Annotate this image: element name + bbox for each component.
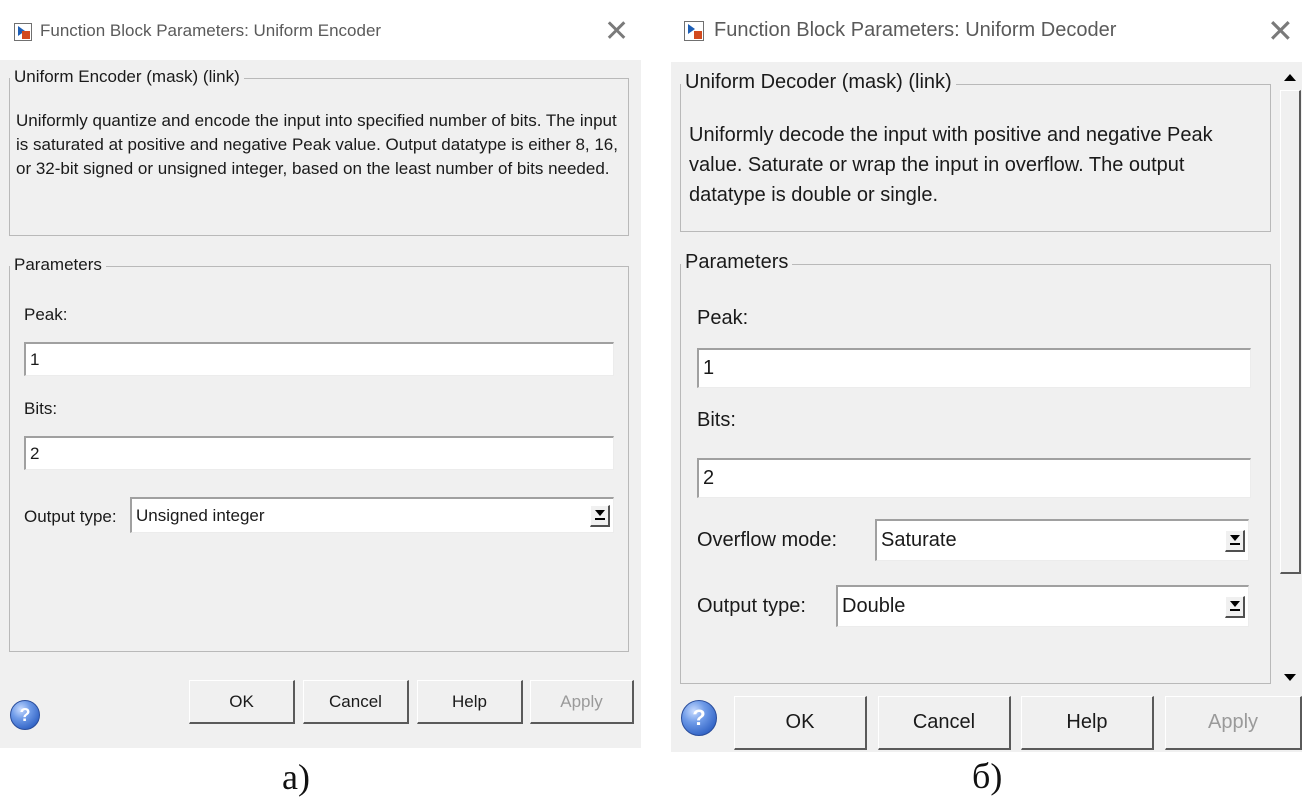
ok-button[interactable]: OK	[189, 680, 295, 724]
output-type-select[interactable]: Double	[836, 585, 1249, 627]
bits-input[interactable]: 2	[697, 458, 1251, 498]
bits-label: Bits:	[24, 399, 58, 418]
help-icon[interactable]: ?	[681, 700, 717, 736]
scrollbar-thumb[interactable]	[1280, 90, 1301, 574]
dropdown-arrow-icon[interactable]	[1225, 529, 1245, 552]
bits-label: Bits:	[697, 409, 736, 431]
overflow-mode-select[interactable]: Saturate	[875, 519, 1249, 561]
uniform-decoder-dialog: Function Block Parameters: Uniform Decod…	[671, 0, 1302, 752]
output-type-value: Double	[842, 595, 906, 617]
close-icon[interactable]: ✕	[604, 14, 629, 49]
ok-button[interactable]: OK	[734, 696, 867, 750]
window-title: Function Block Parameters: Uniform Decod…	[714, 19, 1117, 41]
group-title: Parameters	[681, 251, 793, 274]
dropdown-arrow-icon[interactable]	[1225, 595, 1245, 618]
title-bar: Function Block Parameters: Uniform Decod…	[671, 0, 1302, 62]
simulink-block-icon	[684, 21, 704, 41]
help-button[interactable]: Help	[417, 680, 523, 724]
caption-a: a)	[282, 757, 310, 797]
vertical-scrollbar[interactable]	[1278, 66, 1302, 688]
group-title: Uniform Decoder (mask) (link)	[681, 71, 956, 94]
caption-b: б)	[972, 756, 1003, 796]
block-description: Uniformly decode the input with positive…	[689, 124, 1213, 206]
title-bar: Function Block Parameters: Uniform Encod…	[0, 0, 641, 60]
peak-input[interactable]: 1	[24, 342, 614, 376]
scroll-up-icon[interactable]	[1278, 66, 1302, 88]
output-type-label: Output type:	[697, 595, 806, 617]
apply-button[interactable]: Apply	[530, 680, 634, 724]
apply-button[interactable]: Apply	[1165, 696, 1302, 750]
peak-label: Peak:	[24, 305, 68, 324]
close-icon[interactable]: ✕	[1267, 12, 1294, 50]
bits-input[interactable]: 2	[24, 436, 614, 470]
block-description: Uniformly quantize and encode the input …	[16, 111, 618, 179]
peak-input[interactable]: 1	[697, 348, 1251, 388]
mask-description-group: Uniform Decoder (mask) (link) Uniformly …	[680, 71, 1271, 232]
group-title: Parameters	[10, 255, 106, 275]
output-type-select[interactable]: Unsigned integer	[130, 497, 614, 533]
mask-description-group: Uniform Encoder (mask) (link) Uniformly …	[9, 67, 629, 236]
cancel-button[interactable]: Cancel	[878, 696, 1011, 750]
uniform-encoder-dialog: Function Block Parameters: Uniform Encod…	[0, 0, 641, 748]
overflow-mode-label: Overflow mode:	[697, 529, 838, 551]
help-button[interactable]: Help	[1021, 696, 1154, 750]
cancel-button[interactable]: Cancel	[303, 680, 409, 724]
overflow-mode-value: Saturate	[881, 529, 957, 551]
parameters-group: Parameters Peak: 1 Bits: 2 Overflow mode…	[680, 251, 1271, 684]
scroll-down-icon[interactable]	[1278, 666, 1302, 688]
help-icon[interactable]: ?	[10, 700, 40, 730]
output-type-label: Output type:	[24, 507, 117, 526]
window-title: Function Block Parameters: Uniform Encod…	[40, 21, 382, 40]
group-title: Uniform Encoder (mask) (link)	[10, 67, 244, 87]
parameters-group: Parameters Peak: 1 Bits: 2 Output type: …	[9, 255, 629, 652]
output-type-value: Unsigned integer	[136, 505, 265, 525]
dropdown-arrow-icon[interactable]	[590, 504, 610, 527]
simulink-block-icon	[14, 23, 32, 41]
peak-label: Peak:	[697, 307, 749, 329]
